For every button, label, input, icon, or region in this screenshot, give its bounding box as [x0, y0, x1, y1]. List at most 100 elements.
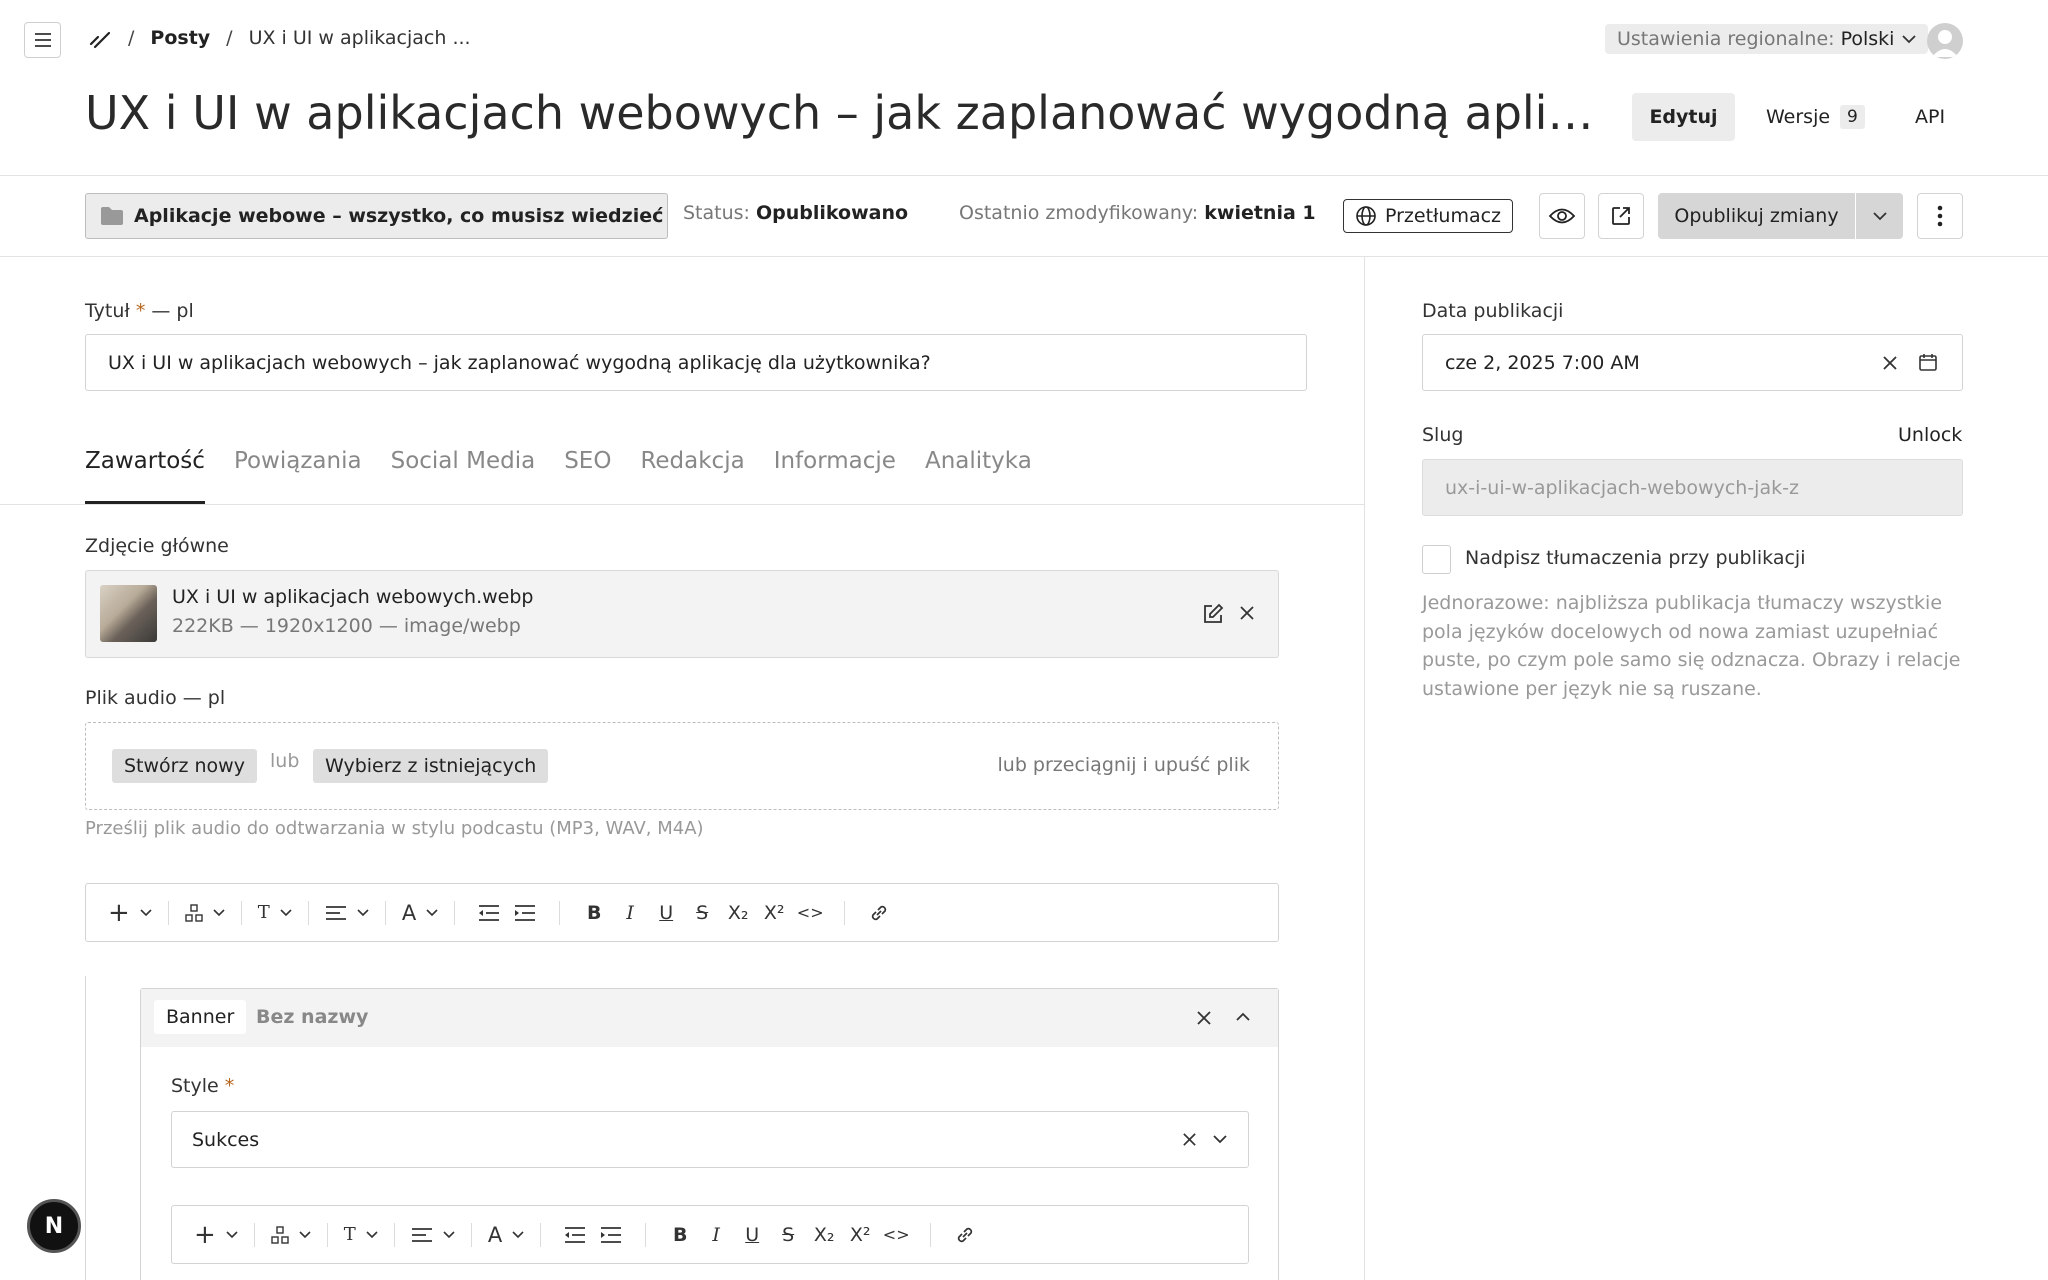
link-icon[interactable]	[947, 1220, 983, 1250]
underline-icon[interactable]: U	[734, 1220, 770, 1250]
toolbar-separator	[253, 1222, 255, 1247]
audio-description: Prześlij plik audio do odtwarzania w sty…	[85, 818, 704, 839]
toolbar-separator	[240, 900, 242, 925]
outdent-icon[interactable]	[557, 1220, 593, 1250]
italic-icon[interactable]: I	[698, 1220, 734, 1250]
clear-icon[interactable]	[1182, 1132, 1197, 1147]
tab-seo[interactable]: SEO	[564, 448, 611, 504]
publish-date-input[interactable]: cze 2, 2025 7:00 AM	[1422, 334, 1963, 391]
modified-value: kwietnia 16	[1204, 202, 1315, 224]
create-new-button[interactable]: Stwórz nowy	[112, 749, 257, 783]
toolbar-separator	[326, 1222, 328, 1247]
subscript-icon[interactable]: X₂	[720, 898, 756, 928]
toolbar-separator	[454, 900, 456, 925]
block-type-dropdown[interactable]	[271, 1225, 311, 1244]
insert-dropdown[interactable]: +	[194, 1220, 238, 1250]
tab-relations[interactable]: Powiązania	[234, 448, 362, 504]
align-dropdown[interactable]	[411, 1227, 455, 1243]
tab-social-media[interactable]: Social Media	[391, 448, 536, 504]
chevron-up-icon[interactable]	[1235, 1012, 1251, 1022]
block-rail	[85, 976, 86, 1280]
close-icon[interactable]	[1196, 1010, 1212, 1026]
dev-tools-badge[interactable]: N	[27, 1199, 81, 1253]
title-input[interactable]: UX i UI w aplikacjach webowych – jak zap…	[85, 334, 1307, 391]
required-mark: *	[224, 1075, 235, 1097]
subscript-icon[interactable]: X₂	[806, 1220, 842, 1250]
translate-label: Przetłumacz	[1384, 205, 1502, 227]
block-type-badge: Banner	[154, 1000, 247, 1034]
indent-icon[interactable]	[507, 898, 543, 928]
menu-button[interactable]	[24, 22, 61, 58]
indent-icon[interactable]	[593, 1220, 629, 1250]
choose-existing-button[interactable]: Wybierz z istniejących	[313, 749, 549, 783]
code-icon[interactable]: <>	[878, 1220, 914, 1250]
text-icon: T	[257, 902, 270, 923]
superscript-icon[interactable]: X²	[756, 898, 792, 928]
more-options-button[interactable]	[1917, 193, 1963, 239]
overwrite-translations-label[interactable]: Nadpisz tłumaczenia przy publikacji	[1465, 547, 1806, 569]
tab-analytics[interactable]: Analityka	[925, 448, 1032, 504]
tab-content[interactable]: Zawartość	[85, 448, 205, 504]
folder-icon	[100, 206, 134, 226]
insert-dropdown[interactable]: +	[108, 898, 152, 928]
chevron-down-icon	[426, 908, 438, 917]
avatar[interactable]	[1927, 23, 1963, 59]
font-dropdown[interactable]: A	[488, 1223, 524, 1247]
tab-editorial[interactable]: Redakcja	[640, 448, 744, 504]
font-dropdown[interactable]: A	[402, 901, 438, 925]
image-filename[interactable]: UX i UI w aplikacjach webowych.webp	[172, 586, 533, 608]
logo-icon[interactable]	[88, 27, 112, 49]
text-icon: T	[343, 1224, 356, 1245]
outdent-icon[interactable]	[471, 898, 507, 928]
title-field-label: Tytuł * — pl	[85, 300, 194, 322]
block-type-dropdown[interactable]	[185, 903, 225, 922]
featured-image: UX i UI w aplikacjach webowych.webp 222K…	[85, 570, 1279, 658]
preview-button[interactable]	[1539, 193, 1585, 239]
last-modified: Ostatnio zmodyfikowany: kwietnia 16	[959, 202, 1315, 224]
breadcrumb-posts[interactable]: Posty	[150, 27, 210, 49]
code-icon[interactable]: <>	[792, 898, 828, 928]
folder-button[interactable]: Aplikacje webowe – wszystko, co musisz w…	[85, 193, 668, 239]
tab-api[interactable]: API	[1915, 93, 1945, 141]
align-dropdown[interactable]	[325, 905, 369, 921]
bold-icon[interactable]: B	[576, 898, 612, 928]
required-mark: *	[135, 300, 146, 322]
superscript-icon[interactable]: X²	[842, 1220, 878, 1250]
plus-icon: +	[194, 1219, 216, 1250]
text-style-dropdown[interactable]: T	[344, 1224, 378, 1245]
publish-button[interactable]: Opublikuj zmiany	[1658, 193, 1855, 239]
versions-count-badge: 9	[1840, 105, 1865, 129]
open-external-button[interactable]	[1598, 193, 1644, 239]
chevron-down-icon	[443, 1230, 455, 1239]
audio-upload[interactable]: Stwórz nowy lub Wybierz z istniejących l…	[85, 722, 1279, 810]
external-link-icon	[1611, 206, 1631, 226]
underline-icon[interactable]: U	[648, 898, 684, 928]
link-icon[interactable]	[861, 898, 897, 928]
tab-edit[interactable]: Edytuj	[1632, 93, 1735, 141]
font-icon: A	[401, 900, 417, 925]
italic-icon[interactable]: I	[612, 898, 648, 928]
clear-icon[interactable]	[1882, 355, 1898, 371]
edit-icon[interactable]	[1202, 603, 1224, 625]
unlock-button[interactable]: Unlock	[1898, 424, 1962, 446]
hamburger-icon	[34, 33, 52, 47]
publish-options-button[interactable]	[1856, 193, 1903, 239]
chevron-down-icon[interactable]	[1213, 1135, 1227, 1144]
locale-selector[interactable]: Ustawienia regionalne: Polski	[1605, 24, 1929, 54]
toolbar-separator	[307, 900, 309, 925]
breadcrumb-separator: /	[226, 27, 233, 49]
overwrite-translations-checkbox[interactable]	[1422, 545, 1451, 574]
block-header[interactable]: Banner Bez nazwy	[141, 989, 1278, 1047]
text-style-dropdown[interactable]: T	[258, 902, 292, 923]
image-thumbnail[interactable]	[100, 585, 157, 642]
strikethrough-icon[interactable]: S	[684, 898, 720, 928]
align-left-icon	[411, 1227, 433, 1243]
strikethrough-icon[interactable]: S	[770, 1220, 806, 1250]
translate-button[interactable]: Przetłumacz	[1343, 199, 1513, 233]
close-icon[interactable]	[1239, 605, 1255, 621]
tab-versions[interactable]: Wersje 9	[1766, 93, 1865, 141]
tab-info[interactable]: Informacje	[774, 448, 896, 504]
bold-icon[interactable]: B	[662, 1220, 698, 1250]
style-select[interactable]: Sukces	[171, 1111, 1249, 1168]
calendar-icon[interactable]	[1918, 352, 1938, 372]
